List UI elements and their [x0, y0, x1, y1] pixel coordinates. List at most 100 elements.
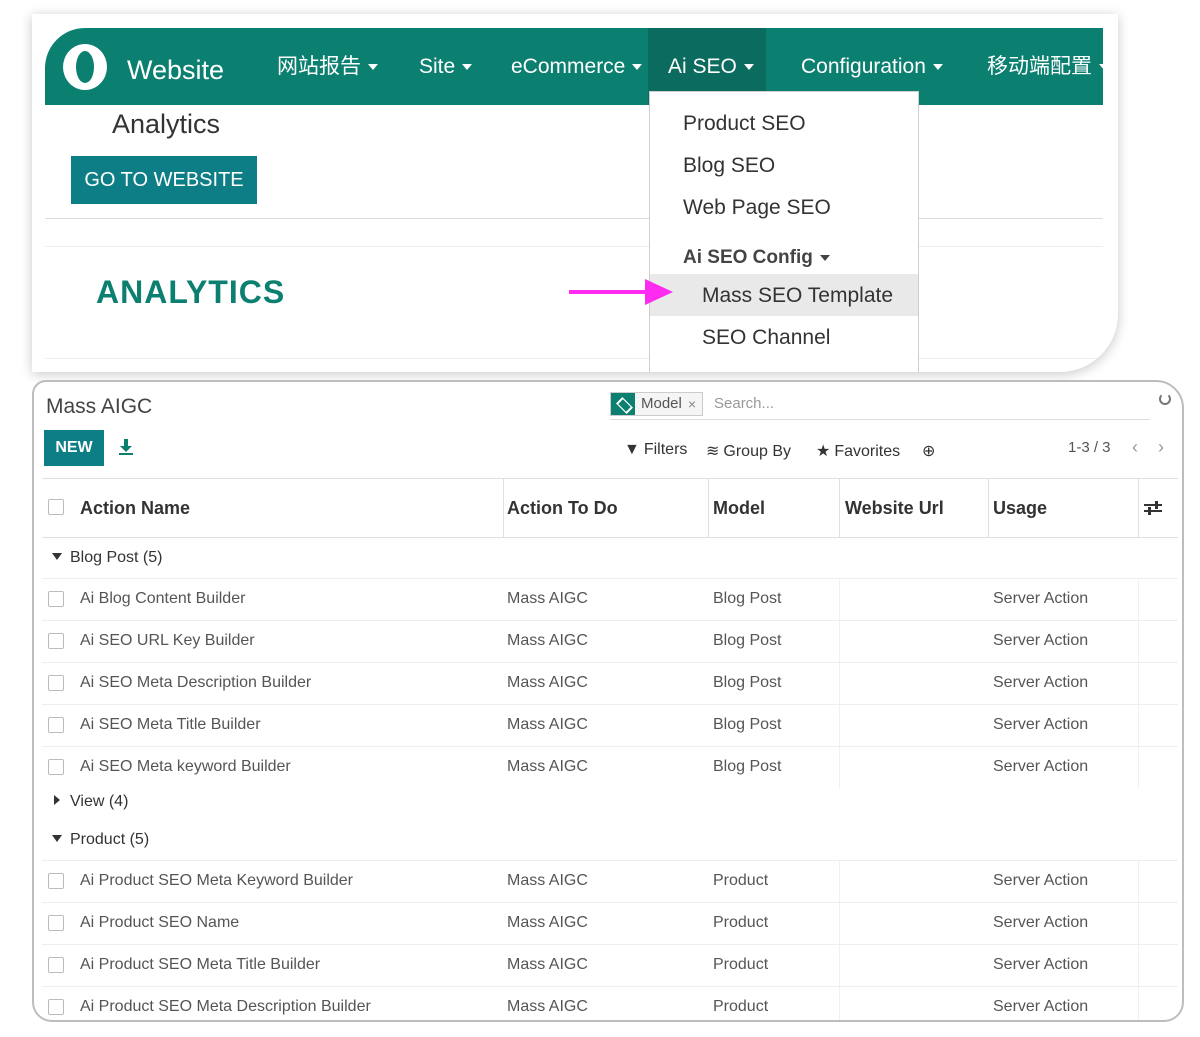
layers-icon	[611, 393, 635, 415]
group-by-button[interactable]: ≋ Group By	[706, 441, 791, 461]
table-row[interactable]: Ai SEO Meta keyword Builder Mass AIGC Bl…	[42, 746, 1178, 789]
remove-facet-icon[interactable]: ×	[688, 393, 696, 415]
new-button[interactable]: NEW	[44, 430, 104, 466]
menu-label: 移动端配置	[987, 55, 1092, 78]
cell-separator	[1138, 747, 1139, 789]
column-separator	[1138, 479, 1139, 537]
cell-action-to-do: Mass AIGC	[507, 632, 588, 649]
table-header: Action Name Action To Do Model Website U…	[42, 478, 1178, 538]
cell-usage: Server Action	[993, 632, 1089, 649]
reload-icon[interactable]	[1159, 393, 1171, 405]
column-separator	[839, 479, 840, 537]
menu-label: Configuration	[801, 55, 926, 78]
caret-down-icon	[1099, 64, 1109, 71]
column-separator	[708, 479, 709, 537]
group-label: Product (5)	[70, 831, 150, 848]
column-action-to-do[interactable]: Action To Do	[507, 479, 618, 537]
cell-action-name: Ai Product SEO Meta Description Builder	[80, 998, 371, 1015]
menu-website-reports[interactable]: 网站报告	[257, 28, 398, 105]
pointer-arrow-icon	[569, 279, 673, 305]
menu-item-mass-seo-template[interactable]: Mass SEO Template	[702, 284, 893, 308]
group-row-product[interactable]: Product (5)	[42, 822, 1178, 860]
row-checkbox[interactable]	[48, 675, 64, 691]
menu-item-web-page-seo[interactable]: Web Page SEO	[683, 196, 831, 220]
caret-down-icon	[462, 64, 473, 71]
row-checkbox[interactable]	[48, 873, 64, 889]
cell-action-to-do: Mass AIGC	[507, 590, 588, 607]
cell-usage: Server Action	[993, 956, 1089, 973]
table-row[interactable]: Ai Blog Content Builder Mass AIGC Blog P…	[42, 578, 1178, 621]
odoo-logo-icon[interactable]	[63, 44, 107, 90]
search-panel-toggle[interactable]: ⊕	[922, 441, 939, 461]
cell-separator	[839, 705, 840, 747]
chevron-right-icon[interactable]: ›	[1158, 437, 1164, 458]
cell-separator	[839, 945, 840, 987]
menu-label: Ai SEO	[668, 55, 737, 78]
row-checkbox[interactable]	[48, 957, 64, 973]
row-checkbox[interactable]	[48, 999, 64, 1015]
table-row[interactable]: Ai Product SEO Meta Description Builder …	[42, 986, 1178, 1020]
menu-section-ai-seo-config[interactable]: Ai SEO Config	[683, 247, 830, 269]
table-row[interactable]: Ai SEO URL Key Builder Mass AIGC Blog Po…	[42, 620, 1178, 663]
cell-separator	[1138, 987, 1139, 1020]
cell-usage: Server Action	[993, 716, 1089, 733]
select-all-checkbox[interactable]	[48, 499, 64, 515]
cell-usage: Server Action	[993, 674, 1089, 691]
caret-down-icon	[632, 64, 643, 71]
menu-mobile-config[interactable]: 移动端配置	[967, 28, 1118, 105]
group-row-blog-post[interactable]: Blog Post (5)	[42, 540, 1178, 578]
caret-down-icon	[52, 835, 62, 842]
row-checkbox[interactable]	[48, 915, 64, 931]
cell-model: Blog Post	[713, 590, 782, 607]
search-input[interactable]: Search...	[714, 395, 774, 412]
filters-button[interactable]: ▼ Filters	[624, 441, 687, 459]
column-separator	[988, 479, 989, 537]
go-to-website-button[interactable]: GO TO WEBSITE	[71, 156, 257, 204]
table-row[interactable]: Ai SEO Meta Title Builder Mass AIGC Blog…	[42, 704, 1178, 747]
cell-action-name: Ai Product SEO Meta Keyword Builder	[80, 872, 354, 889]
chevron-left-icon[interactable]: ‹	[1132, 437, 1138, 458]
table-row[interactable]: Ai Product SEO Meta Title Builder Mass A…	[42, 944, 1178, 987]
table-row[interactable]: Ai SEO Meta Description Builder Mass AIG…	[42, 662, 1178, 705]
row-checkbox[interactable]	[48, 717, 64, 733]
menu-site[interactable]: Site	[399, 28, 492, 105]
row-checkbox[interactable]	[48, 633, 64, 649]
search-bar[interactable]: Model × Search...	[610, 390, 1150, 420]
group-by-label: Group By	[723, 443, 791, 460]
caret-down-icon	[819, 254, 830, 261]
column-model[interactable]: Model	[713, 479, 765, 537]
menu-ecommerce[interactable]: eCommerce	[491, 28, 662, 105]
group-label: Blog Post (5)	[70, 549, 163, 566]
app-brand[interactable]: Website	[127, 55, 224, 86]
column-website-url[interactable]: Website Url	[845, 479, 944, 537]
download-icon[interactable]	[118, 438, 134, 456]
search-facet-model[interactable]: Model ×	[610, 392, 704, 416]
column-usage[interactable]: Usage	[993, 479, 1047, 537]
cell-action-to-do: Mass AIGC	[507, 716, 588, 733]
table-row[interactable]: Ai Product SEO Name Mass AIGC Product Se…	[42, 902, 1178, 945]
row-checkbox[interactable]	[48, 759, 64, 775]
website-app-panel: Website 网站报告 Site eCommerce Ai SEO Confi…	[32, 14, 1118, 372]
pager-value[interactable]: 1-3 / 3	[1068, 439, 1111, 456]
favorites-button[interactable]: ★ Favorites	[816, 441, 900, 461]
table-row[interactable]: Ai Product SEO Meta Keyword Builder Mass…	[42, 860, 1178, 903]
optional-columns-icon[interactable]	[1144, 501, 1162, 515]
cell-action-to-do: Mass AIGC	[507, 914, 588, 931]
caret-right-icon	[54, 795, 60, 805]
menu-item-product-seo[interactable]: Product SEO	[683, 112, 806, 136]
cell-action-to-do: Mass AIGC	[507, 956, 588, 973]
group-row-view[interactable]: View (4)	[42, 784, 1178, 822]
menu-item-seo-channel[interactable]: SEO Channel	[702, 326, 830, 350]
column-action-name[interactable]: Action Name	[80, 479, 190, 537]
cell-separator	[839, 663, 840, 705]
cell-action-to-do: Mass AIGC	[507, 998, 588, 1015]
cell-model: Blog Post	[713, 716, 782, 733]
row-checkbox[interactable]	[48, 591, 64, 607]
divider	[45, 246, 1103, 247]
divider	[45, 358, 1103, 359]
cell-action-to-do: Mass AIGC	[507, 758, 588, 775]
menu-item-blog-seo[interactable]: Blog SEO	[683, 154, 775, 178]
menu-label: Site	[419, 55, 456, 78]
cell-separator	[1138, 945, 1139, 987]
facet-label: Model	[641, 395, 682, 412]
